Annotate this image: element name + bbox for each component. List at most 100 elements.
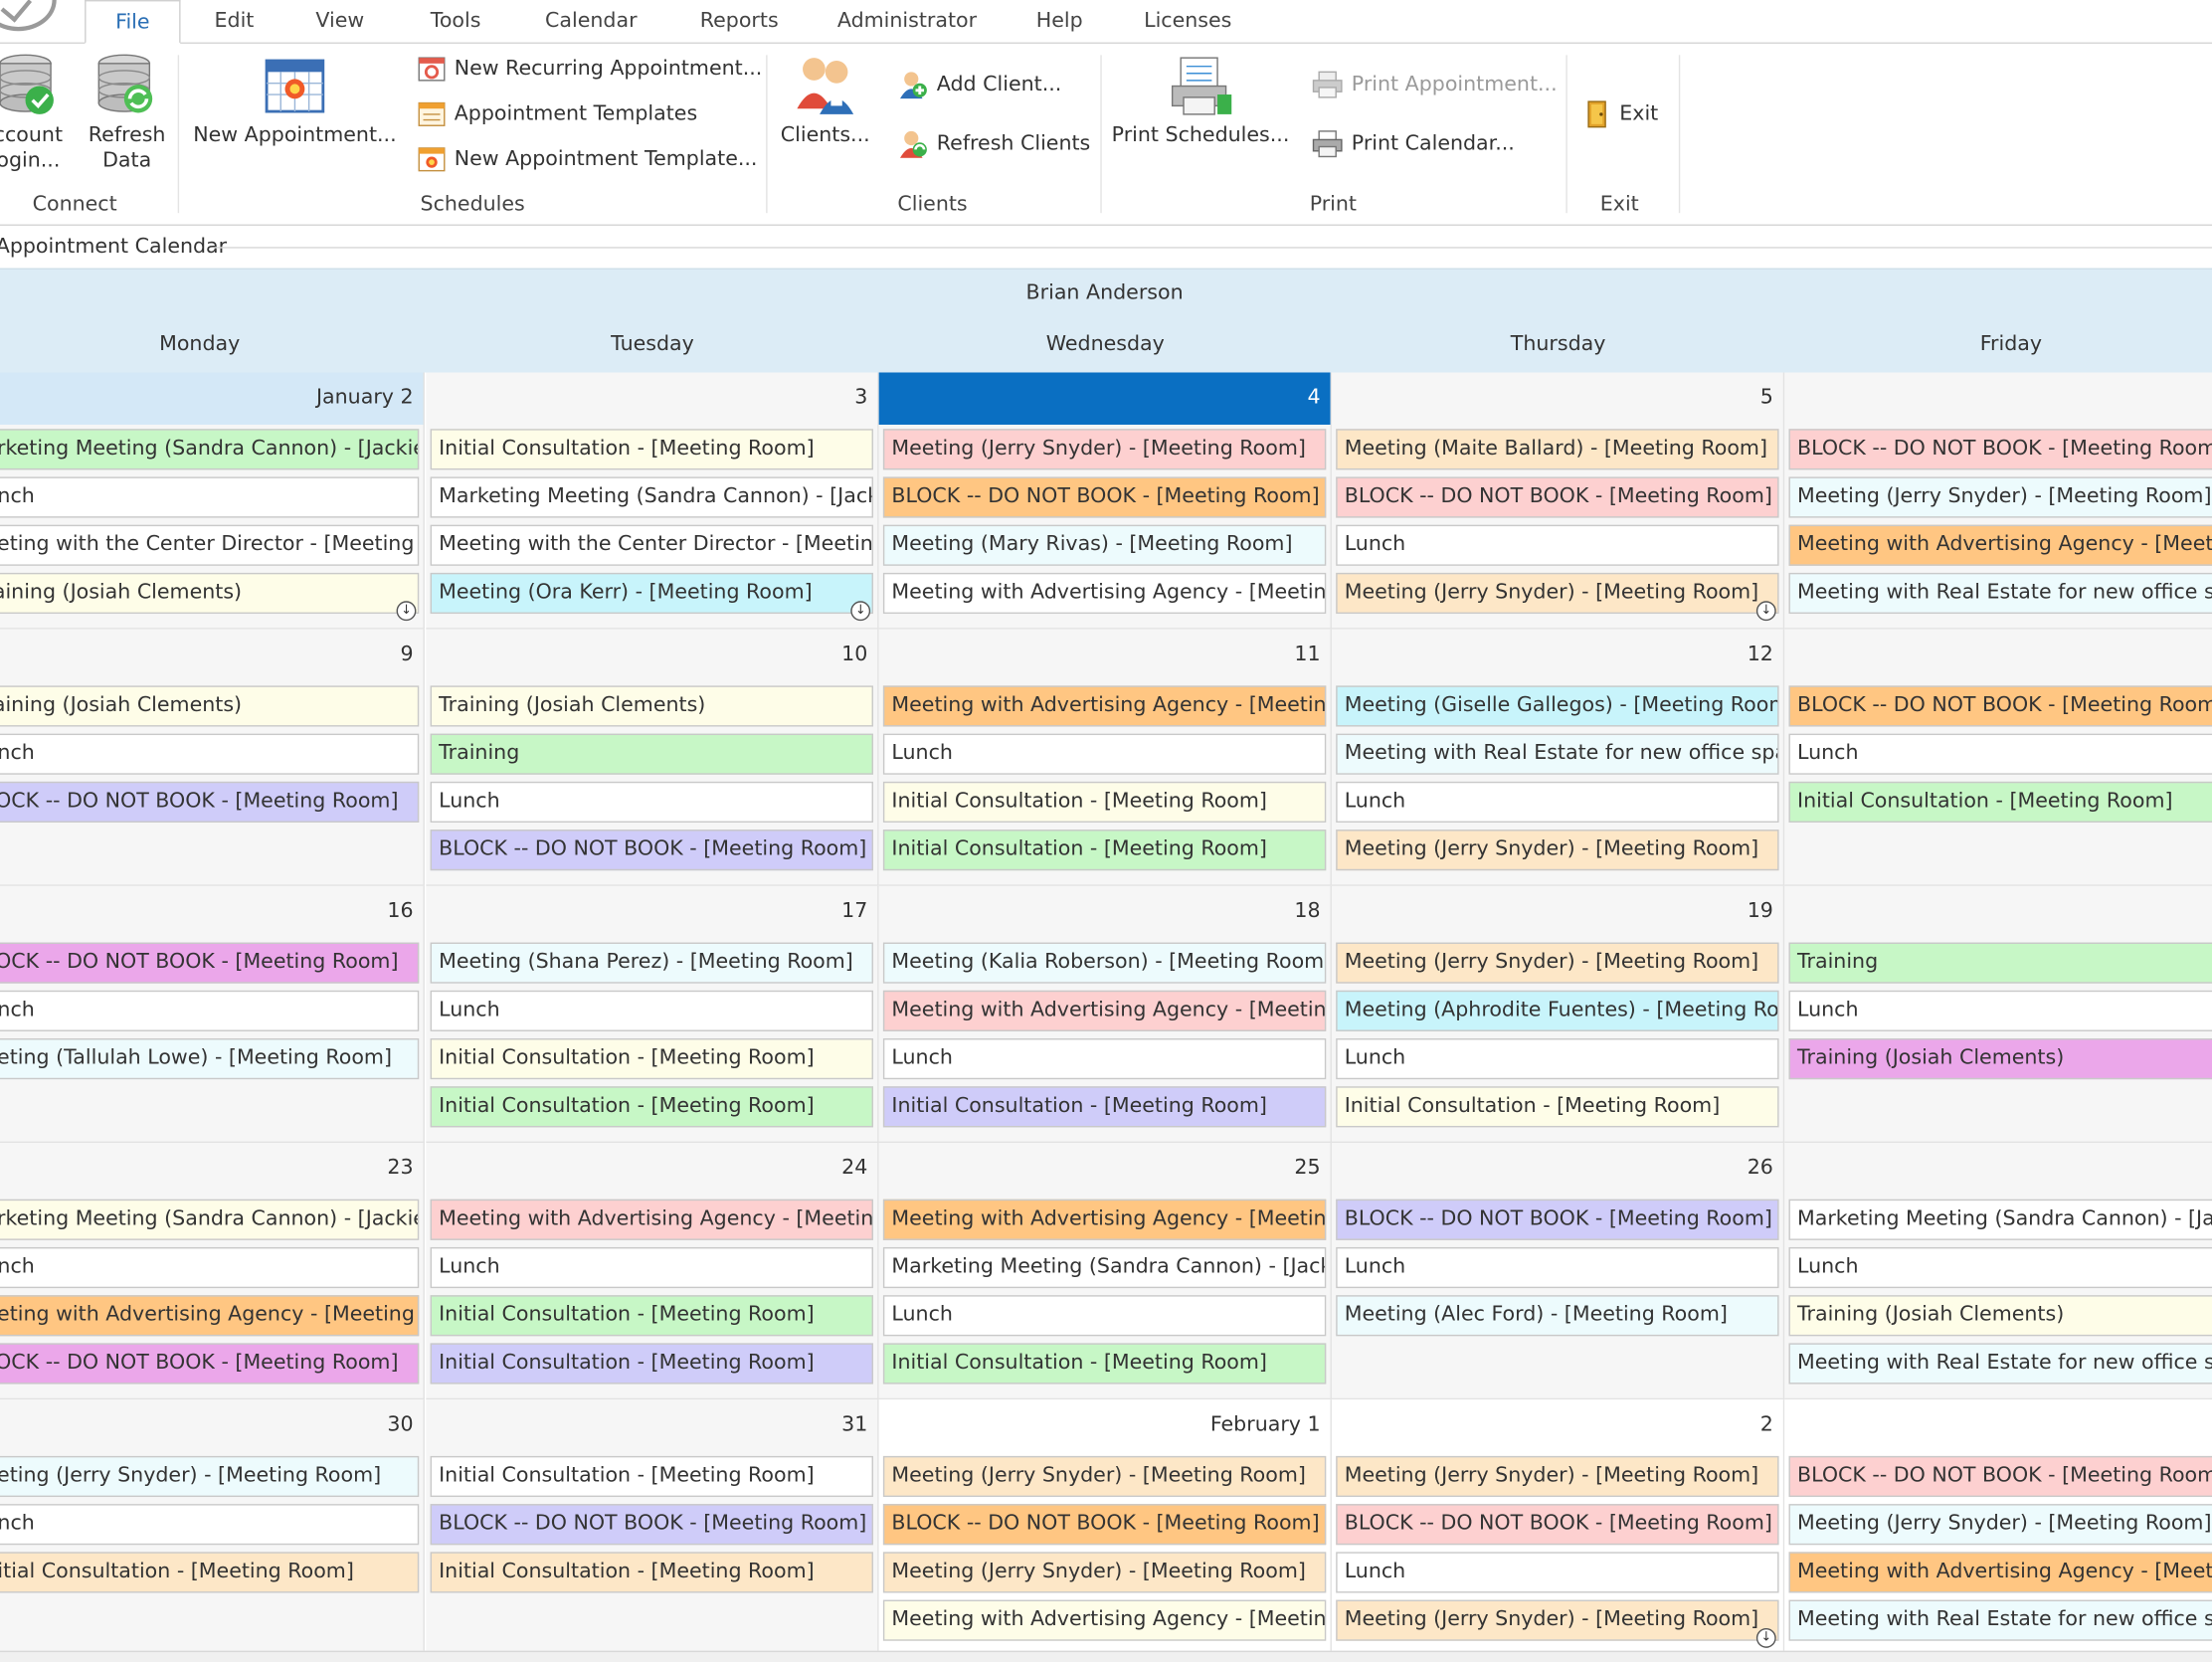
day-cell[interactable]: 5 Meeting (Maite Ballard) - [Meeting Room… xyxy=(1331,372,1785,630)
day-cell[interactable]: BLOCK -- DO NOT BOOK - [Meeting Room] Mee… xyxy=(1784,1399,2212,1657)
more-appointments-icon[interactable]: ↓ xyxy=(1755,1627,1776,1648)
date-header[interactable]: 19 xyxy=(1332,886,1783,938)
day-cell[interactable]: 25 Meeting with Advertising Agency - [Mee… xyxy=(878,1142,1332,1400)
appointment[interactable]: raining (Josiah Clements) xyxy=(0,685,420,727)
appointment[interactable]: Marketing Meeting (Sandra Cannon) - [Jac… xyxy=(1788,1199,2212,1240)
refresh-data-button[interactable]: Refresh Data xyxy=(85,52,169,173)
appointment[interactable]: Meeting with the Center Director - [Meet… xyxy=(430,524,873,566)
today-date-header[interactable]: 4 xyxy=(878,372,1331,425)
date-header[interactable]: 12 xyxy=(1332,630,1783,681)
appointment[interactable]: Meeting (Mary Rivas) - [Meeting Room] xyxy=(882,524,1327,566)
tab-administrator[interactable]: Administrator xyxy=(832,0,982,44)
day-cell[interactable]: 2Marketing Meeting (Sandra Cannon) - [Ja… xyxy=(1784,1142,2212,1400)
appointment[interactable]: Initial Consultation - [Meeting Room] xyxy=(1788,781,2212,823)
appointment[interactable]: Meeting with Advertising Agency - [Meeti… xyxy=(1788,524,2212,566)
appointment[interactable]: LOCK -- DO NOT BOOK - [Meeting Room] xyxy=(0,942,420,984)
tab-file[interactable]: File xyxy=(85,0,181,44)
appointment[interactable]: Lunch xyxy=(430,781,873,823)
appointment[interactable]: BLOCK -- DO NOT BOOK - [Meeting Room] xyxy=(1336,1199,1779,1240)
new-appointment-button[interactable]: New Appointment... xyxy=(192,55,398,148)
date-header[interactable]: 1 xyxy=(1784,630,2212,681)
appointment[interactable]: Meeting (Ora Kerr) - [Meeting Room] xyxy=(430,572,873,615)
appointment[interactable]: eeting with the Center Director - [Meeti… xyxy=(0,524,420,566)
date-header[interactable]: 25 xyxy=(879,1143,1331,1195)
appointment[interactable]: Lunch xyxy=(430,1246,873,1289)
appointment[interactable]: Lunch xyxy=(882,1295,1327,1337)
appointment[interactable]: Meeting (Jerry Snyder) - [Meeting Room] xyxy=(1336,942,1779,984)
appointment[interactable]: Lunch xyxy=(1336,1246,1779,1289)
appointment[interactable]: Initial Consultation - [Meeting Room] xyxy=(430,1343,873,1385)
date-header[interactable]: 17 xyxy=(426,886,877,938)
appointment[interactable]: Initial Consultation - [Meeting Room] xyxy=(882,1343,1327,1385)
appointment[interactable]: Meeting with Real Estate for new office … xyxy=(1788,1343,2212,1385)
appointment[interactable]: Meeting (Jerry Snyder) - [Meeting Room] xyxy=(1788,1504,2212,1546)
day-cell[interactable]: 16LOCK -- DO NOT BOOK - [Meeting Room] un… xyxy=(0,885,425,1143)
tab-licenses[interactable]: Licenses xyxy=(1137,0,1238,44)
appointment[interactable]: Lunch xyxy=(1336,1038,1779,1080)
day-cell[interactable]: 18 Meeting (Kalia Roberson) - [Meeting Ro… xyxy=(878,885,1332,1143)
print-schedules-button[interactable]: Print Schedules... xyxy=(1109,55,1292,148)
day-cell[interactable]: 30 eeting (Jerry Snyder) - [Meeting Room]… xyxy=(0,1399,425,1657)
day-cell[interactable]: 24 Meeting with Advertising Agency - [Mee… xyxy=(426,1142,879,1400)
tab-reports[interactable]: Reports xyxy=(688,0,790,44)
appointment[interactable]: Initial Consultation - [Meeting Room] xyxy=(430,1455,873,1498)
appointment[interactable]: Lunch xyxy=(1788,990,2212,1031)
appointment[interactable]: unch xyxy=(0,476,420,518)
day-cell[interactable]: 17 Meeting (Shana Perez) - [Meeting Room]… xyxy=(426,885,879,1143)
appointment[interactable]: Initial Consultation - [Meeting Room] xyxy=(1336,1086,1779,1128)
day-cell[interactable]: 19 Meeting (Jerry Snyder) - [Meeting Room… xyxy=(1331,885,1785,1143)
day-cell[interactable]: 2 Meeting (Jerry Snyder) - [Meeting Room]… xyxy=(1331,1399,1785,1657)
day-cell[interactable]: January 2 arketing Meeting (Sandra Cannon… xyxy=(0,372,425,630)
appointment[interactable]: BLOCK -- DO NOT BOOK - [Meeting Room] xyxy=(1336,1504,1779,1546)
appointment[interactable]: BLOCK -- DO NOT BOOK - [Meeting Room] xyxy=(882,1504,1327,1546)
horizontal-scrollbar[interactable] xyxy=(0,1650,2212,1662)
day-cell[interactable]: BLOCK -- DO NOT BOOK - [Meeting Room] Mee… xyxy=(1784,372,2212,630)
appointment-templates-button[interactable]: Appointment Templates xyxy=(418,98,697,129)
appointment[interactable]: Training xyxy=(1788,942,2212,984)
appointment[interactable]: Initial Consultation - [Meeting Room] xyxy=(430,1295,873,1337)
day-cell[interactable]: 9raining (Josiah Clements) unch LOCK -- DO… xyxy=(0,629,425,886)
date-header[interactable] xyxy=(1784,372,2212,424)
appointment[interactable]: BLOCK -- DO NOT BOOK - [Meeting Room] xyxy=(1788,429,2212,470)
more-appointments-icon[interactable]: ↓ xyxy=(850,601,871,622)
appointment[interactable]: Meeting (Alec Ford) - [Meeting Room] xyxy=(1336,1295,1779,1337)
date-header[interactable]: 2 xyxy=(1332,1399,1783,1451)
appointment[interactable]: Meeting (Jerry Snyder) - [Meeting Room] xyxy=(1788,476,2212,518)
appointment[interactable]: Meeting (Jerry Snyder) - [Meeting Room] xyxy=(1336,830,1779,871)
appointment[interactable]: Meeting with Advertising Agency - [Meeti… xyxy=(1788,1552,2212,1593)
appointment[interactable]: BLOCK -- DO NOT BOOK - [Meeting Room] xyxy=(882,476,1327,518)
date-header[interactable]: 2 xyxy=(1784,886,2212,938)
appointment[interactable]: Training (Josiah Clements) xyxy=(1788,1295,2212,1337)
day-cell[interactable]: 11 Meeting with Advertising Agency - [Mee… xyxy=(878,629,1332,886)
date-header[interactable]: 11 xyxy=(879,630,1331,681)
tab-help[interactable]: Help xyxy=(1027,0,1092,44)
date-header[interactable]: 16 xyxy=(0,886,424,938)
appointment[interactable]: Meeting (Shana Perez) - [Meeting Room] xyxy=(430,942,873,984)
appointment[interactable]: Meeting with Real Estate for new office … xyxy=(1336,733,1779,775)
appointment[interactable]: unch xyxy=(0,1504,420,1546)
appointment[interactable]: unch xyxy=(0,990,420,1031)
appointment[interactable]: Meeting (Maite Ballard) - [Meeting Room] xyxy=(1336,429,1779,470)
appointment[interactable]: Lunch xyxy=(882,1038,1327,1080)
tab-calendar[interactable]: Calendar xyxy=(536,0,646,44)
appointment[interactable]: Lunch xyxy=(430,990,873,1031)
date-header[interactable] xyxy=(1784,1399,2212,1451)
appointment[interactable]: arketing Meeting (Sandra Cannon) - [Jack… xyxy=(0,1199,420,1240)
date-header[interactable]: 30 xyxy=(0,1399,424,1451)
appointment[interactable]: eeting (Jerry Snyder) - [Meeting Room] xyxy=(0,1455,420,1498)
appointment[interactable]: Training xyxy=(430,733,873,775)
appointment[interactable]: eeting with Advertising Agency - [Meetin… xyxy=(0,1295,420,1337)
appointment[interactable]: Meeting with Real Estate for new office … xyxy=(1788,572,2212,615)
appointment[interactable]: BLOCK -- DO NOT BOOK - [Meeting Room] xyxy=(1788,685,2212,727)
add-client-button[interactable]: Add Client... xyxy=(897,70,1061,100)
appointment[interactable]: unch xyxy=(0,733,420,775)
tab-edit[interactable]: Edit xyxy=(198,0,272,44)
appointment[interactable]: Marketing Meeting (Sandra Cannon) - [Jac… xyxy=(430,476,873,518)
appointment[interactable]: Meeting (Kalia Roberson) - [Meeting Room… xyxy=(882,942,1327,984)
appointment[interactable]: Meeting (Jerry Snyder) - [Meeting Room] xyxy=(1336,1455,1779,1498)
appointment[interactable]: Meeting with Advertising Agency - [Meeti… xyxy=(882,1199,1327,1240)
date-header[interactable]: 18 xyxy=(879,886,1331,938)
appointment[interactable]: Lunch xyxy=(1788,1246,2212,1289)
appointment[interactable]: Initial Consultation - [Meeting Room] xyxy=(882,830,1327,871)
appointment[interactable]: Lunch xyxy=(882,733,1327,775)
